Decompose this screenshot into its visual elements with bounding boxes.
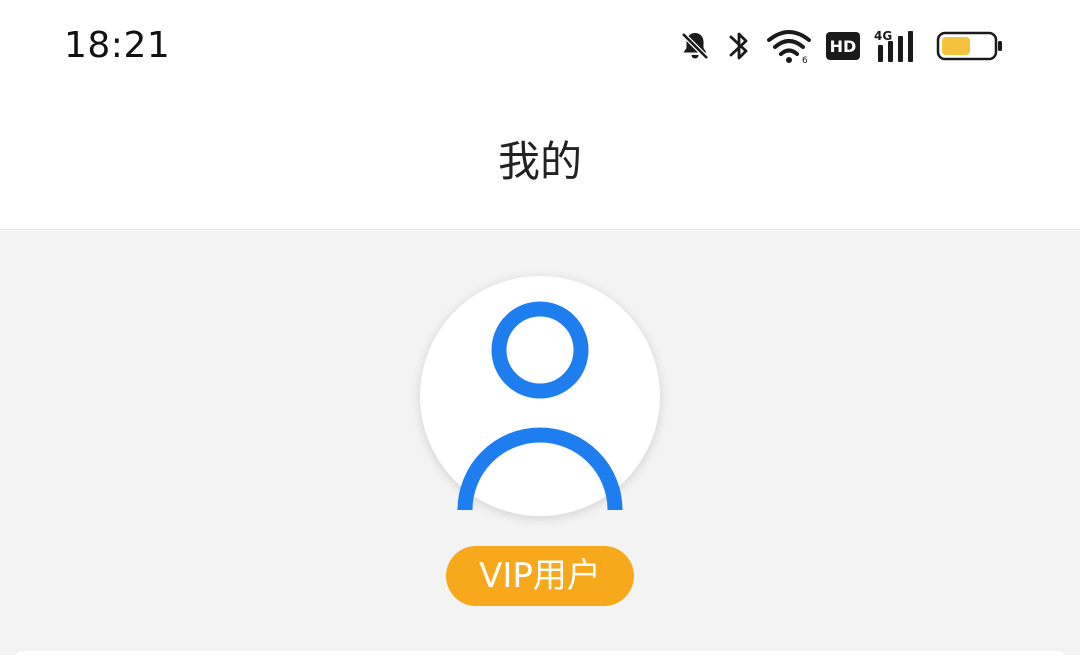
vip-badge: VIP用户 [446, 546, 634, 606]
screen: 18:21 6 HD 4G 我的 VIP用户 [0, 0, 1080, 655]
profile-section: VIP用户 [0, 231, 1080, 655]
bluetooth-icon [726, 28, 752, 64]
user-icon [457, 301, 623, 511]
wifi-icon: 6 [766, 28, 812, 64]
battery-icon [936, 29, 1004, 63]
card-edge [16, 651, 1064, 655]
status-bar: 18:21 6 HD 4G [0, 0, 1080, 92]
title-bar: 我的 [0, 92, 1080, 230]
signal-4g-icon: 4G [874, 28, 922, 64]
network-label: 4G [874, 29, 892, 43]
page-title: 我的 [497, 137, 582, 186]
svg-text:6: 6 [802, 56, 808, 64]
hd-label: HD [830, 37, 857, 56]
status-time: 18:21 [64, 25, 171, 66]
hd-icon: HD [826, 32, 860, 60]
status-icons: 6 HD 4G [678, 24, 1004, 68]
avatar[interactable] [420, 276, 660, 516]
bell-off-icon [678, 29, 712, 63]
battery-fill [942, 37, 970, 55]
